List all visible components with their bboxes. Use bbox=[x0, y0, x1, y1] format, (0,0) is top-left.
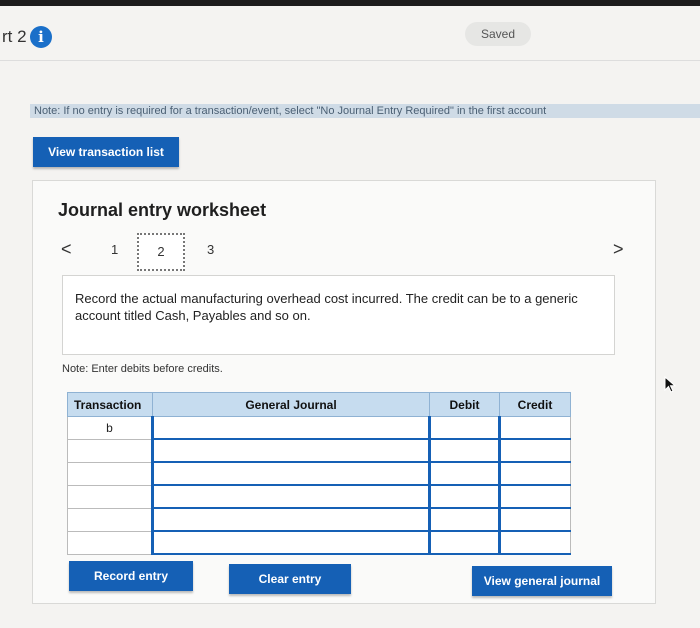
journal-table: Transaction General Journal Debit Credit… bbox=[67, 392, 571, 555]
transaction-cell[interactable] bbox=[67, 461, 153, 486]
column-header-credit: Credit bbox=[499, 392, 571, 417]
credit-input[interactable] bbox=[498, 530, 571, 555]
account-input[interactable] bbox=[151, 416, 430, 440]
account-input[interactable] bbox=[151, 484, 430, 509]
header-divider bbox=[0, 60, 700, 61]
credit-input[interactable] bbox=[498, 507, 571, 532]
debit-input[interactable] bbox=[428, 416, 500, 440]
transaction-cell[interactable] bbox=[67, 530, 153, 555]
instruction-text: Record the actual manufacturing overhead… bbox=[75, 291, 578, 323]
view-general-journal-button[interactable]: View general journal bbox=[472, 566, 612, 596]
table-row bbox=[67, 530, 571, 555]
debit-input[interactable] bbox=[428, 461, 500, 486]
table-row bbox=[67, 461, 571, 486]
debit-input[interactable] bbox=[428, 507, 500, 532]
table-row bbox=[67, 438, 571, 463]
credit-input[interactable] bbox=[498, 461, 571, 486]
transaction-cell[interactable] bbox=[67, 438, 153, 463]
worksheet-title: Journal entry worksheet bbox=[58, 200, 267, 220]
transaction-cell[interactable]: b bbox=[67, 416, 153, 440]
column-header-transaction: Transaction bbox=[67, 392, 153, 417]
transaction-cell[interactable] bbox=[67, 484, 153, 509]
table-row: b bbox=[67, 416, 571, 440]
part-label: rt 2 bbox=[2, 27, 27, 46]
clear-entry-button[interactable]: Clear entry bbox=[229, 564, 351, 594]
column-header-debit: Debit bbox=[429, 392, 500, 417]
debit-input[interactable] bbox=[428, 484, 500, 509]
credit-input[interactable] bbox=[498, 484, 571, 509]
account-input[interactable] bbox=[151, 461, 430, 486]
saved-status-badge: Saved bbox=[465, 22, 531, 46]
chevron-left-icon[interactable]: < bbox=[61, 239, 72, 260]
info-icon[interactable]: i bbox=[30, 26, 52, 48]
top-bar bbox=[0, 0, 700, 6]
account-input[interactable] bbox=[151, 438, 430, 463]
journal-entry-worksheet: Journal entry worksheet < 1 2 3 > Record… bbox=[32, 180, 656, 604]
page-tab-3[interactable]: 3 bbox=[207, 242, 214, 257]
column-header-general-journal: General Journal bbox=[152, 392, 430, 417]
page-tab-1[interactable]: 1 bbox=[111, 242, 118, 257]
account-input[interactable] bbox=[151, 530, 430, 555]
record-entry-button[interactable]: Record entry bbox=[69, 561, 193, 591]
instruction-note-strip: Note: If no entry is required for a tran… bbox=[30, 104, 700, 118]
view-transaction-list-button[interactable]: View transaction list bbox=[33, 137, 179, 167]
account-input[interactable] bbox=[151, 507, 430, 532]
mouse-pointer-icon bbox=[664, 375, 678, 399]
transaction-cell[interactable] bbox=[67, 507, 153, 532]
debit-input[interactable] bbox=[428, 438, 500, 463]
table-row bbox=[67, 484, 571, 509]
credit-input[interactable] bbox=[498, 438, 571, 463]
credit-input[interactable] bbox=[498, 416, 571, 440]
chevron-right-icon[interactable]: > bbox=[613, 239, 624, 260]
table-row bbox=[67, 507, 571, 532]
debit-input[interactable] bbox=[428, 530, 500, 555]
instruction-box: Record the actual manufacturing overhead… bbox=[62, 275, 615, 355]
page-tab-2-active[interactable]: 2 bbox=[137, 233, 185, 271]
debits-before-credits-note: Note: Enter debits before credits. bbox=[62, 363, 223, 375]
